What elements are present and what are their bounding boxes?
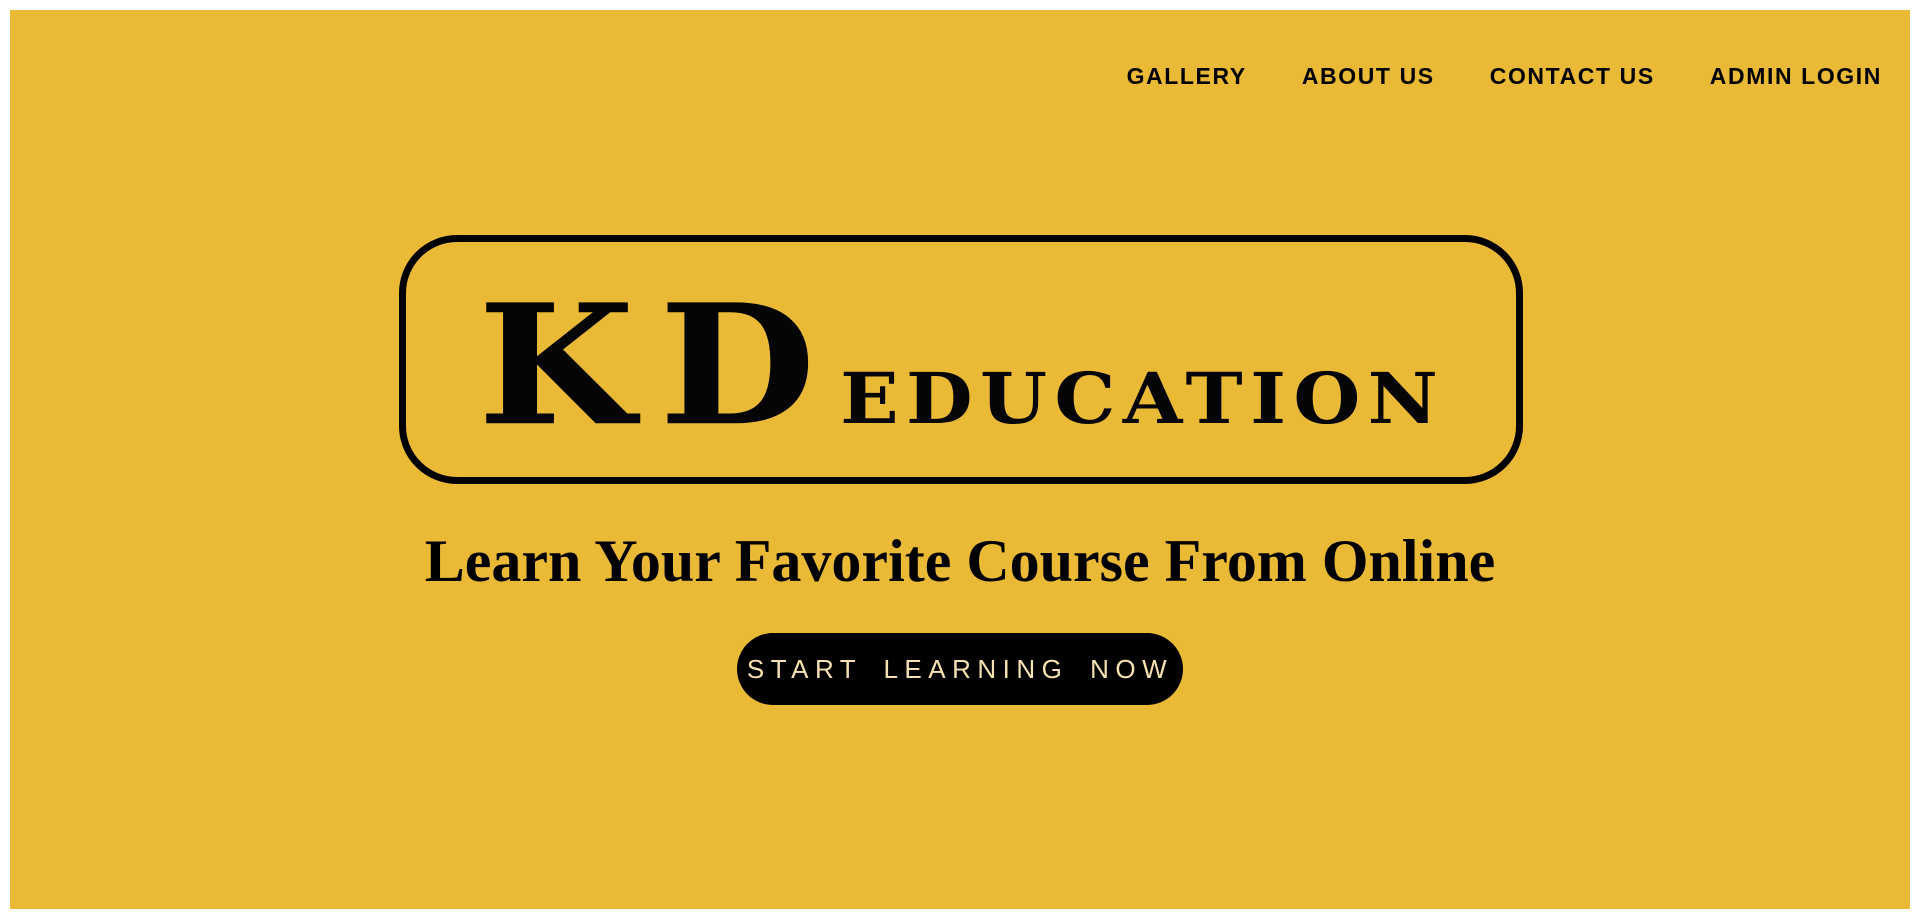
start-learning-button[interactable]: START LEARNING NOW <box>737 633 1183 705</box>
logo-initials: KD <box>477 267 840 462</box>
nav-link-about-us[interactable]: ABOUT US <box>1302 62 1435 90</box>
nav-link-admin-login[interactable]: ADMIN LOGIN <box>1710 62 1882 90</box>
nav-item-about-us: ABOUT US <box>1302 62 1435 90</box>
nav-link-contact-us[interactable]: CONTACT US <box>1490 62 1655 90</box>
nav-item-contact-us: CONTACT US <box>1490 62 1655 90</box>
logo-word: education <box>839 328 1445 448</box>
nav-item-gallery: GALLERY <box>1127 62 1247 90</box>
nav-link-gallery[interactable]: GALLERY <box>1127 62 1247 90</box>
hero-section: GALLERY ABOUT US CONTACT US ADMIN LOGIN … <box>10 10 1910 909</box>
logo-wordmark: KDeducation <box>477 282 1444 448</box>
nav-item-admin-login: ADMIN LOGIN <box>1710 62 1882 90</box>
logo-frame: KDeducation <box>399 235 1523 484</box>
hero-tagline: Learn Your Favorite Course From Online <box>424 528 1496 594</box>
top-nav: GALLERY ABOUT US CONTACT US ADMIN LOGIN <box>1127 62 1882 90</box>
